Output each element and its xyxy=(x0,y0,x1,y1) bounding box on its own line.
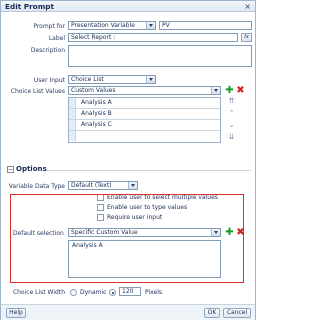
chevron-down-icon xyxy=(146,76,155,83)
choice-values-table: Analysis A Analysis B Analysis C xyxy=(68,97,221,143)
label-field-label: Label xyxy=(48,35,65,42)
move-up-icon[interactable]: ⌃ xyxy=(227,109,236,118)
label-input[interactable]: Select Report : xyxy=(68,33,238,42)
width-input[interactable]: 120 xyxy=(119,287,141,296)
section-divider xyxy=(47,170,251,171)
prompt-for-value: Presentation Variable xyxy=(71,22,135,29)
dialog-titlebar: Edit Prompt × xyxy=(1,1,255,12)
label-fx-button[interactable]: fx xyxy=(241,33,252,42)
default-values-list[interactable]: Analysis A xyxy=(68,240,221,278)
choice-list-values-label: Choice List Values xyxy=(10,88,65,95)
close-icon[interactable]: × xyxy=(244,1,251,12)
options-section-label: Options xyxy=(16,165,47,173)
list-item-label: Analysis C xyxy=(81,121,112,128)
row-handle[interactable] xyxy=(69,98,76,108)
chevron-down-icon xyxy=(211,87,220,94)
default-selection-label: Default selection xyxy=(13,230,64,237)
add-value-icon[interactable]: ✚ xyxy=(225,86,234,96)
chevron-down-icon xyxy=(146,22,155,29)
prompt-for-label: Prompt for xyxy=(33,23,65,30)
default-selection-value: Specific Custom Value xyxy=(71,229,138,236)
user-input-select[interactable]: Choice List xyxy=(68,75,156,84)
list-item[interactable]: Analysis A xyxy=(69,98,220,109)
list-item[interactable] xyxy=(69,131,220,142)
dynamic-radio[interactable] xyxy=(70,289,77,296)
variable-data-type-value: Default (Text) xyxy=(71,182,112,189)
description-textarea[interactable] xyxy=(68,45,252,67)
row-handle[interactable] xyxy=(69,131,76,141)
dialog-title: Edit Prompt xyxy=(5,2,55,11)
row-handle[interactable] xyxy=(69,120,76,130)
default-selection-select[interactable]: Specific Custom Value xyxy=(68,228,221,237)
add-default-icon[interactable]: ✚ xyxy=(225,228,234,238)
dialog-footer: Help OK Cancel xyxy=(1,304,255,320)
row-handle[interactable] xyxy=(69,109,76,119)
prompt-for-select[interactable]: Presentation Variable xyxy=(68,21,156,30)
edit-prompt-dialog: Edit Prompt × Prompt for Presentation Va… xyxy=(0,0,256,320)
user-input-label: User Input xyxy=(33,77,65,84)
fixed-width-radio[interactable] xyxy=(109,289,116,296)
cancel-button[interactable]: Cancel xyxy=(223,308,251,318)
user-input-value: Choice List xyxy=(71,76,104,83)
variable-name-input[interactable]: PV xyxy=(159,21,252,30)
variable-data-type-label: Variable Data Type xyxy=(8,183,65,190)
collapse-icon[interactable]: − xyxy=(7,166,14,173)
choice-list-width-label: Choice List Width xyxy=(12,289,65,296)
dynamic-label: Dynamic xyxy=(80,289,107,296)
move-top-icon[interactable]: ⇈ xyxy=(227,97,236,106)
move-down-icon[interactable]: ⌄ xyxy=(227,121,236,130)
help-button[interactable]: Help xyxy=(6,308,26,318)
chevron-down-icon xyxy=(211,229,220,236)
list-item[interactable]: Analysis B xyxy=(69,109,220,120)
chevron-down-icon xyxy=(128,182,137,189)
default-value-item[interactable]: Analysis A xyxy=(72,242,217,249)
list-item[interactable]: Analysis C xyxy=(69,120,220,131)
delete-default-icon[interactable]: ✖ xyxy=(236,228,245,238)
ok-button[interactable]: OK xyxy=(204,308,220,318)
delete-value-icon[interactable]: ✖ xyxy=(236,86,245,96)
pixels-label: Pixels xyxy=(145,289,163,296)
choice-list-values-select[interactable]: Custom Values xyxy=(68,86,221,95)
options-section-header[interactable]: − Options xyxy=(7,165,47,173)
move-bottom-icon[interactable]: ⇊ xyxy=(227,133,236,142)
variable-data-type-select[interactable]: Default (Text) xyxy=(68,181,138,190)
description-label: Description xyxy=(30,47,65,54)
choice-list-values-value: Custom Values xyxy=(71,87,116,94)
list-item-label: Analysis B xyxy=(81,110,112,117)
list-item-label: Analysis A xyxy=(81,99,112,106)
